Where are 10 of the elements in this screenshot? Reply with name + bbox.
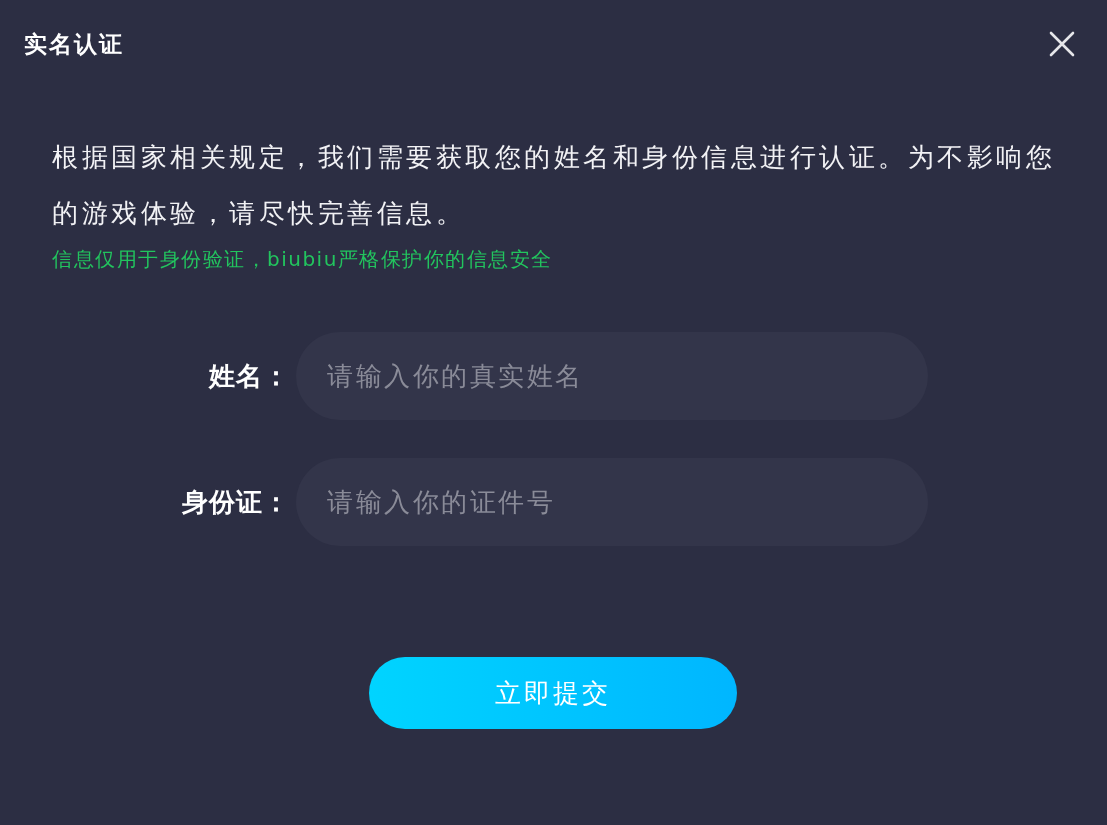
window-title: 实名认证 [24, 29, 124, 59]
privacy-note: 信息仅用于身份验证，biubiu严格保护你的信息安全 [52, 246, 553, 273]
notice-text: 根据国家相关规定，我们需要获取您的姓名和身份信息进行认证。为不影响您的游戏体验，请尽快完善信息。 [52, 141, 1056, 230]
close-icon [1049, 31, 1075, 57]
close-button[interactable] [1047, 29, 1077, 59]
field-label: 姓名： [209, 359, 290, 393]
submit-button[interactable]: 立即提交 [369, 657, 737, 729]
input-field[interactable]: 请输入你的真实姓名 [296, 332, 928, 420]
field-label: 身份证： [182, 485, 290, 519]
input-field[interactable]: 请输入你的证件号 [296, 458, 928, 546]
